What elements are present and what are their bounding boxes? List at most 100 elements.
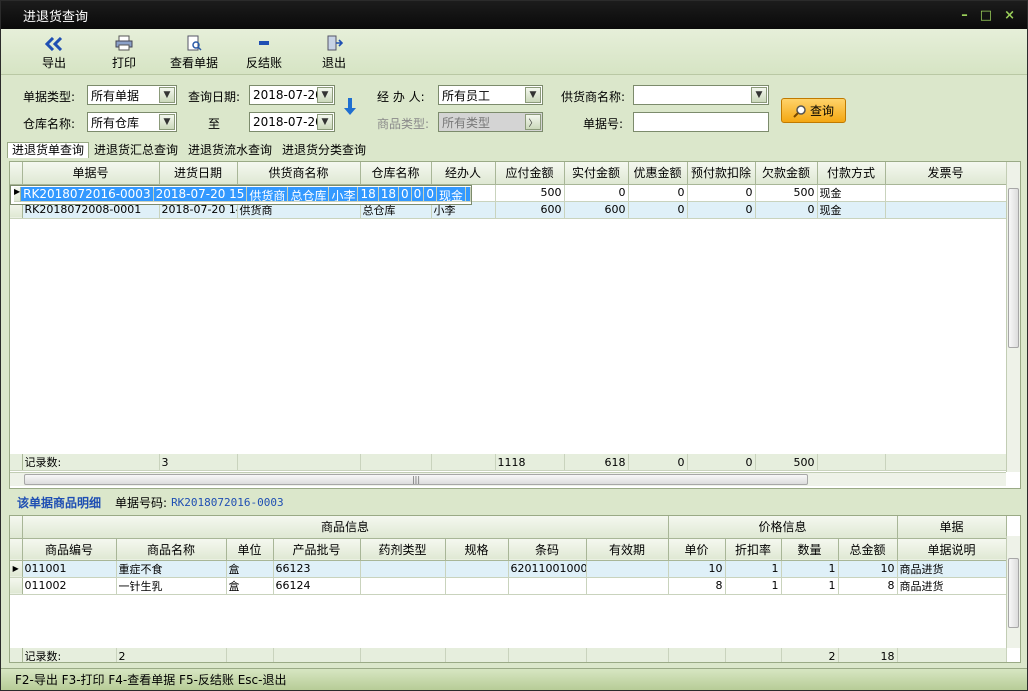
column-header[interactable]: 单位	[226, 538, 274, 561]
column-header[interactable]: 应付金额	[495, 162, 565, 185]
reverse-settlement-button[interactable]: 反结账	[229, 30, 299, 74]
table-cell[interactable]: 小李	[329, 187, 359, 202]
table-cell[interactable]: 0	[411, 187, 425, 202]
table-cell[interactable]: 6201100100001	[508, 560, 587, 578]
column-header[interactable]: 供货商名称	[237, 162, 361, 185]
table-cell[interactable]	[360, 577, 446, 595]
table-cell[interactable]: 1	[781, 560, 839, 578]
warehouse-select[interactable]: 所有仓库 ▼	[87, 112, 177, 132]
main-vertical-scrollbar[interactable]	[1006, 162, 1020, 472]
exit-button[interactable]: 退出	[299, 30, 369, 74]
table-row[interactable]: ▶ RK2018072016-0003 2018-07-20 15 供货商 总仓库 小李 1…	[10, 184, 472, 205]
column-header[interactable]: 条码	[508, 538, 587, 561]
table-cell[interactable]	[445, 577, 509, 595]
column-header[interactable]: 数量	[781, 538, 839, 561]
column-header[interactable]: 有效期	[586, 538, 669, 561]
table-cell[interactable]	[360, 560, 446, 578]
column-header[interactable]: 单据说明	[897, 538, 1007, 561]
handler-select[interactable]: 所有员工 ▼	[438, 85, 543, 105]
table-cell[interactable]	[586, 577, 669, 595]
table-cell[interactable]: 2018-07-20 15	[153, 187, 248, 202]
table-cell[interactable]: 现金	[817, 184, 886, 202]
column-header[interactable]: 经办人	[431, 162, 496, 185]
doc-type-select[interactable]: 所有单据 ▼	[87, 85, 177, 105]
column-header[interactable]: 仓库名称	[360, 162, 432, 185]
table-cell[interactable]: 总仓库	[288, 187, 330, 202]
column-header[interactable]: 预付款扣除	[687, 162, 756, 185]
table-cell[interactable]: 现金	[817, 201, 886, 219]
table-cell[interactable]	[586, 560, 669, 578]
column-header[interactable]: 实付金额	[564, 162, 629, 185]
table-cell[interactable]	[885, 184, 1007, 202]
table-cell[interactable]: 0	[687, 184, 756, 202]
table-cell[interactable]: 66123	[273, 560, 361, 578]
table-cell[interactable]: 500	[495, 184, 565, 202]
export-button[interactable]: 导出	[19, 30, 89, 74]
table-cell[interactable]: 18	[358, 187, 379, 202]
column-header[interactable]: 商品编号	[22, 538, 117, 561]
close-button[interactable]: ×	[1004, 8, 1015, 23]
column-header[interactable]: 付款方式	[817, 162, 886, 185]
detail-vertical-scrollbar[interactable]	[1006, 536, 1020, 648]
table-cell[interactable]: 011002	[22, 577, 117, 595]
date-from-picker[interactable]: 2018-07-20 ▼	[249, 85, 335, 105]
table-cell[interactable]: RK2018072016-0003	[21, 187, 154, 202]
column-header[interactable]: 发票号	[885, 162, 1007, 185]
table-cell[interactable]: 商品进货	[897, 560, 1007, 578]
table-cell[interactable]: 1	[725, 577, 782, 595]
table-cell[interactable]: 0	[564, 184, 629, 202]
table-row[interactable]: 011002 一针生乳盒 66124 8 1 1 8 商品进货	[10, 577, 1007, 595]
column-header[interactable]: 单据号	[22, 162, 160, 185]
table-row[interactable]: ▶011001重症不食盒661236201100100001101110商品进货	[10, 560, 1007, 578]
column-header[interactable]: 进货日期	[159, 162, 238, 185]
table-cell[interactable]: 18	[378, 187, 400, 202]
table-cell[interactable]: 0	[755, 201, 818, 219]
table-cell[interactable]: 011001	[22, 560, 117, 578]
arrow-down-icon[interactable]	[343, 98, 357, 116]
query-button[interactable]: 查询	[781, 98, 846, 123]
table-cell[interactable]: 1	[781, 577, 839, 595]
docno-input[interactable]	[633, 112, 769, 132]
supplier-select[interactable]: ▼	[633, 85, 769, 105]
table-cell[interactable]: 重症不食	[116, 560, 227, 578]
main-horizontal-scrollbar[interactable]: |||	[10, 472, 1006, 486]
tab-category-query[interactable]: 进退货分类查询	[277, 142, 371, 158]
table-cell[interactable]	[508, 577, 587, 595]
table-cell[interactable]: 商品进货	[897, 577, 1007, 595]
table-cell[interactable]	[445, 560, 509, 578]
table-cell[interactable]	[885, 201, 1007, 219]
minimize-button[interactable]: –	[961, 8, 968, 23]
table-cell[interactable]: 现金	[436, 187, 466, 202]
tab-doc-query[interactable]: 进退货单查询	[7, 142, 90, 158]
table-cell[interactable]: 8	[838, 577, 898, 595]
view-document-button[interactable]: 查看单据	[159, 30, 229, 74]
table-cell[interactable]: 0	[424, 187, 437, 202]
table-cell[interactable]: 0	[399, 187, 412, 202]
table-cell[interactable]: 供货商	[247, 187, 289, 202]
table-cell[interactable]: 一针生乳	[116, 577, 227, 595]
table-cell[interactable]	[465, 187, 471, 202]
maximize-button[interactable]: □	[980, 8, 992, 23]
table-cell[interactable]: 10	[838, 560, 898, 578]
table-cell[interactable]: 0	[687, 201, 756, 219]
table-cell[interactable]: 盒	[226, 577, 274, 595]
table-cell[interactable]: 10	[668, 560, 726, 578]
table-cell[interactable]: 盒	[226, 560, 274, 578]
table-cell[interactable]: 1	[725, 560, 782, 578]
tab-summary-query[interactable]: 进退货汇总查询	[89, 142, 183, 158]
table-cell[interactable]: 8	[668, 577, 726, 595]
column-header[interactable]: 折扣率	[725, 538, 782, 561]
table-cell[interactable]: 66124	[273, 577, 361, 595]
column-header[interactable]: 产品批号	[273, 538, 361, 561]
column-header[interactable]: 规格	[445, 538, 509, 561]
column-header[interactable]: 单价	[668, 538, 726, 561]
column-header[interactable]: 欠款金额	[755, 162, 818, 185]
column-header[interactable]: 总金额	[838, 538, 898, 561]
table-cell[interactable]: 600	[495, 201, 565, 219]
tab-flow-query[interactable]: 进退货流水查询	[183, 142, 277, 158]
table-cell[interactable]: 0	[628, 201, 688, 219]
scroll-thumb[interactable]: |||	[24, 474, 808, 485]
column-header[interactable]: 优惠金额	[628, 162, 688, 185]
table-cell[interactable]: 500	[755, 184, 818, 202]
table-cell[interactable]: 0	[628, 184, 688, 202]
